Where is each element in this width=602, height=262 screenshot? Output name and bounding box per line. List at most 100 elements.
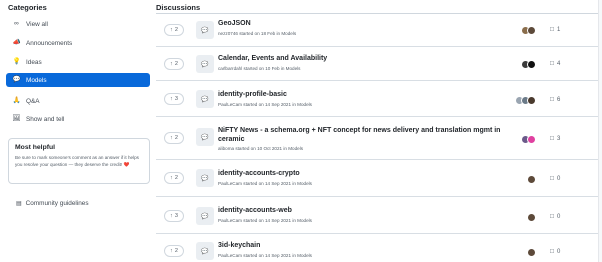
discussion-meta: PaulLeCam started on 14 Sep 2021 in Mode… [218, 102, 312, 107]
speech-bubble-icon: 💬 [12, 75, 21, 83]
comment-count[interactable]: □ 0 [550, 248, 560, 255]
infinity-icon: ∞ [14, 19, 19, 27]
discussion-title[interactable]: 3id-keychain [218, 242, 260, 251]
avatar[interactable] [527, 175, 536, 184]
category-qa[interactable]: 🙏 Q&A [6, 94, 150, 108]
participant-avatars [515, 96, 536, 105]
comment-count-value: 0 [556, 175, 561, 182]
vote-count: 2 [174, 135, 178, 141]
upvote-button[interactable]: ↑ 3 [164, 210, 184, 222]
categories-title: Categories [8, 3, 47, 12]
community-guidelines-link[interactable]: ▤ Community guidelines [16, 200, 89, 207]
category-label: View all [26, 20, 48, 28]
discussion-row: ↑ 3 💬 identity-accounts-web PaulLeCam st… [156, 197, 598, 234]
avatar[interactable] [527, 213, 536, 222]
discussion-icon: 💬 [196, 55, 214, 73]
arrow-up-icon: ↑ [170, 27, 173, 33]
category-label: Ideas [26, 58, 42, 66]
comment-count[interactable]: □ 3 [550, 135, 560, 142]
lightbulb-icon: 💡 [12, 57, 21, 65]
discussion-meta: PaulLeCam started on 14 Sep 2021 in Mode… [218, 253, 312, 258]
discussion-title[interactable]: identity-profile-basic [218, 91, 287, 100]
arrow-up-icon: ↑ [170, 213, 173, 219]
vote-count: 2 [174, 175, 178, 181]
avatar[interactable] [527, 60, 536, 69]
upvote-button[interactable]: ↑ 3 [164, 93, 184, 105]
upvote-button[interactable]: ↑ 2 [164, 172, 184, 184]
discussion-icon: 💬 [196, 21, 214, 39]
category-show-and-tell[interactable]: 🖼 Show and tell [6, 112, 150, 126]
comment-count[interactable]: □ 0 [550, 213, 560, 220]
discussion-row: ↑ 2 💬 3id-keychain PaulLeCam started on … [156, 234, 598, 262]
discussion-row: ↑ 2 💬 NiFTY News - a schema.org + NFT co… [156, 117, 598, 160]
discussion-row: ↑ 2 💬 Calendar, Events and Availability … [156, 47, 598, 81]
vote-count: 3 [174, 213, 178, 219]
avatar[interactable] [527, 135, 536, 144]
comment-icon: □ [550, 135, 554, 142]
discussion-title[interactable]: NiFTY News - a schema.org + NFT concept … [218, 127, 508, 144]
discussion-row: ↑ 3 💬 identity-profile-basic PaulLeCam s… [156, 81, 598, 117]
participant-avatars [521, 26, 536, 35]
comment-icon: □ [550, 26, 554, 33]
comment-count[interactable]: □ 4 [550, 60, 560, 67]
vote-count: 2 [174, 27, 178, 33]
participant-avatars [521, 60, 536, 69]
comment-count-value: 6 [556, 96, 561, 103]
vote-count: 2 [174, 61, 178, 67]
discussion-meta: PaulLeCam started on 14 Sep 2021 in Mode… [218, 181, 312, 186]
upvote-button[interactable]: ↑ 2 [164, 245, 184, 257]
vote-count: 3 [174, 96, 178, 102]
discussion-row: ↑ 2 💬 GeoJSON nezz0746 started on 18 Feb… [156, 14, 598, 47]
discussion-icon: 💬 [196, 242, 214, 260]
discussion-icon: 💬 [196, 90, 214, 108]
most-helpful-title: Most helpful [15, 144, 56, 151]
comment-count-value: 0 [556, 248, 561, 255]
comment-icon: □ [550, 213, 554, 220]
participant-avatars [521, 135, 536, 144]
category-view-all[interactable]: ∞ View all [6, 17, 150, 31]
comment-count[interactable]: □ 0 [550, 175, 560, 182]
discussion-icon: 💬 [196, 128, 214, 146]
discussion-meta: PaulLeCam started on 14 Sep 2021 in Mode… [218, 218, 312, 223]
discussions-title: Discussions [156, 3, 201, 12]
discussion-title[interactable]: Calendar, Events and Availability [218, 55, 327, 64]
discussion-row: ↑ 2 💬 identity-accounts-crypto PaulLeCam… [156, 160, 598, 197]
upvote-button[interactable]: ↑ 2 [164, 24, 184, 36]
upvote-button[interactable]: ↑ 2 [164, 132, 184, 144]
category-models[interactable]: 💬 Models [6, 73, 150, 87]
participant-avatars [527, 248, 536, 257]
category-ideas[interactable]: 💡 Ideas [6, 55, 150, 69]
most-helpful-box: Most helpful Be sure to mark someone's c… [8, 138, 150, 184]
discussion-meta: aliboma started on 10 Oct 2021 in Models [218, 146, 304, 151]
vote-count: 2 [174, 248, 178, 254]
participant-avatars [527, 213, 536, 222]
category-label: Announcements [26, 39, 73, 47]
discussion-icon: 💬 [196, 169, 214, 187]
discussion-title[interactable]: GeoJSON [218, 20, 251, 29]
upvote-button[interactable]: ↑ 2 [164, 58, 184, 70]
categories-sidebar: Categories ∞ View all 📣 Announcements 💡 … [0, 0, 152, 262]
comment-count[interactable]: □ 1 [550, 26, 560, 33]
participant-avatars [527, 175, 536, 184]
framed-picture-icon: 🖼 [12, 114, 21, 122]
category-announcements[interactable]: 📣 Announcements [6, 36, 150, 50]
comment-icon: □ [550, 96, 554, 103]
category-label: Models [26, 76, 47, 84]
page-scrollbar[interactable] [598, 0, 602, 262]
avatar[interactable] [527, 26, 536, 35]
category-label: Q&A [26, 97, 40, 105]
megaphone-icon: 📣 [12, 38, 21, 46]
discussion-title[interactable]: identity-accounts-web [218, 207, 292, 216]
comment-count-value: 0 [556, 213, 561, 220]
discussion-icon: 💬 [196, 207, 214, 225]
comment-count[interactable]: □ 6 [550, 96, 560, 103]
comment-count-value: 3 [556, 135, 561, 142]
arrow-up-icon: ↑ [170, 175, 173, 181]
comment-icon: □ [550, 175, 554, 182]
comment-icon: □ [550, 248, 554, 255]
category-label: Show and tell [26, 115, 65, 123]
comment-count-value: 4 [556, 60, 561, 67]
discussion-title[interactable]: identity-accounts-crypto [218, 170, 300, 179]
avatar[interactable] [527, 96, 536, 105]
avatar[interactable] [527, 248, 536, 257]
